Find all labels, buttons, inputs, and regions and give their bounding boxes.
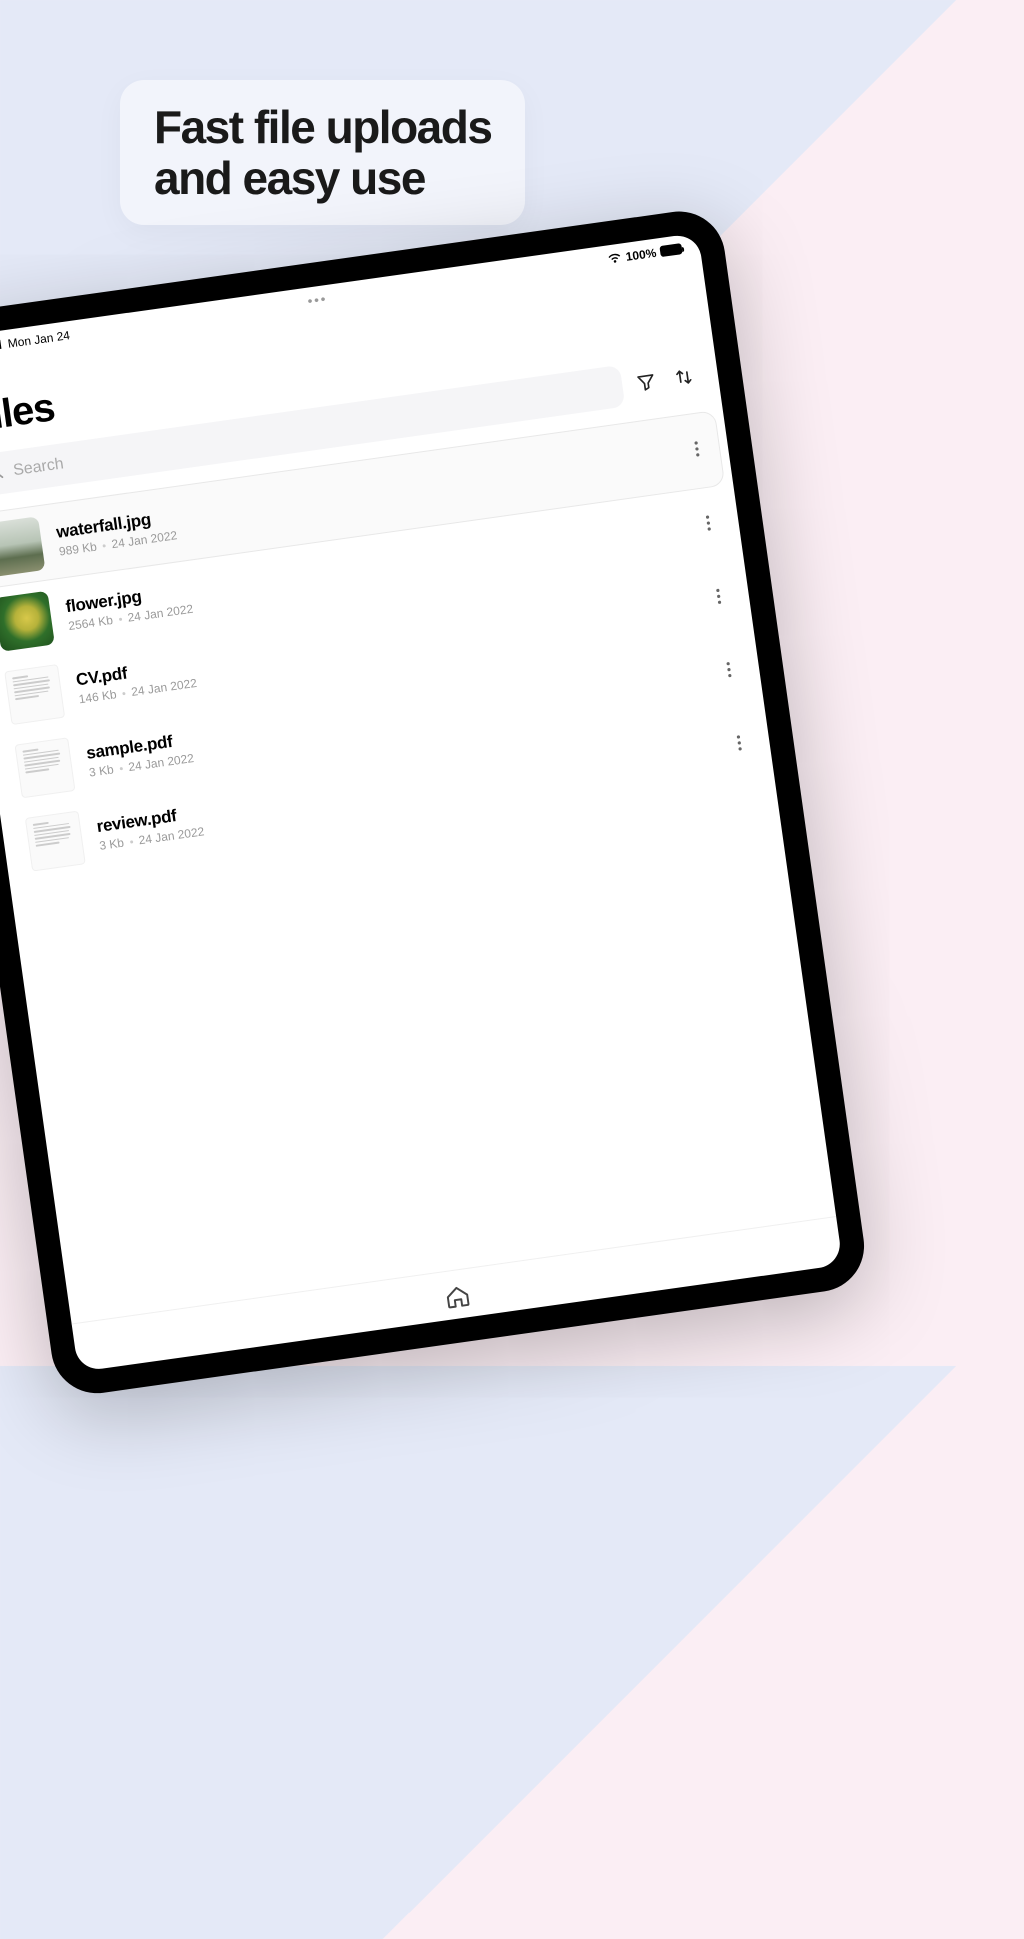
image-thumbnail (0, 516, 45, 577)
wifi-icon (607, 252, 622, 264)
document-icon (4, 664, 65, 725)
battery-icon (659, 243, 682, 257)
multitask-dots-icon: ••• (307, 291, 329, 309)
document-icon (25, 811, 86, 872)
more-icon[interactable] (721, 656, 737, 686)
battery-pct: 100% (625, 245, 657, 263)
image-thumbnail (0, 591, 55, 652)
promo-card: Fast file uploads and easy use (120, 80, 525, 225)
screen: 2:00 PM Mon Jan 24 ••• 100% Files (0, 233, 843, 1372)
file-size: 146 Kb (78, 687, 118, 706)
file-size: 3 Kb (98, 836, 124, 853)
file-size: 989 Kb (58, 539, 98, 558)
more-icon[interactable] (711, 583, 727, 613)
promo-heading: Fast file uploads and easy use (154, 102, 491, 203)
home-icon[interactable] (442, 1281, 474, 1313)
more-icon[interactable] (689, 436, 705, 466)
tablet-frame: 2:00 PM Mon Jan 24 ••• 100% Files (0, 206, 870, 1400)
sort-icon[interactable] (668, 361, 700, 393)
more-icon[interactable] (701, 510, 717, 540)
filter-icon[interactable] (630, 367, 662, 399)
file-list: waterfall.jpg989 Kb24 Jan 2022flower.jpg… (0, 403, 836, 1323)
file-size: 3 Kb (88, 762, 114, 779)
more-icon[interactable] (732, 730, 748, 760)
promo-line-1: Fast file uploads (154, 101, 491, 153)
search-icon (0, 462, 5, 486)
document-icon (14, 737, 75, 798)
promo-line-2: and easy use (154, 152, 425, 204)
